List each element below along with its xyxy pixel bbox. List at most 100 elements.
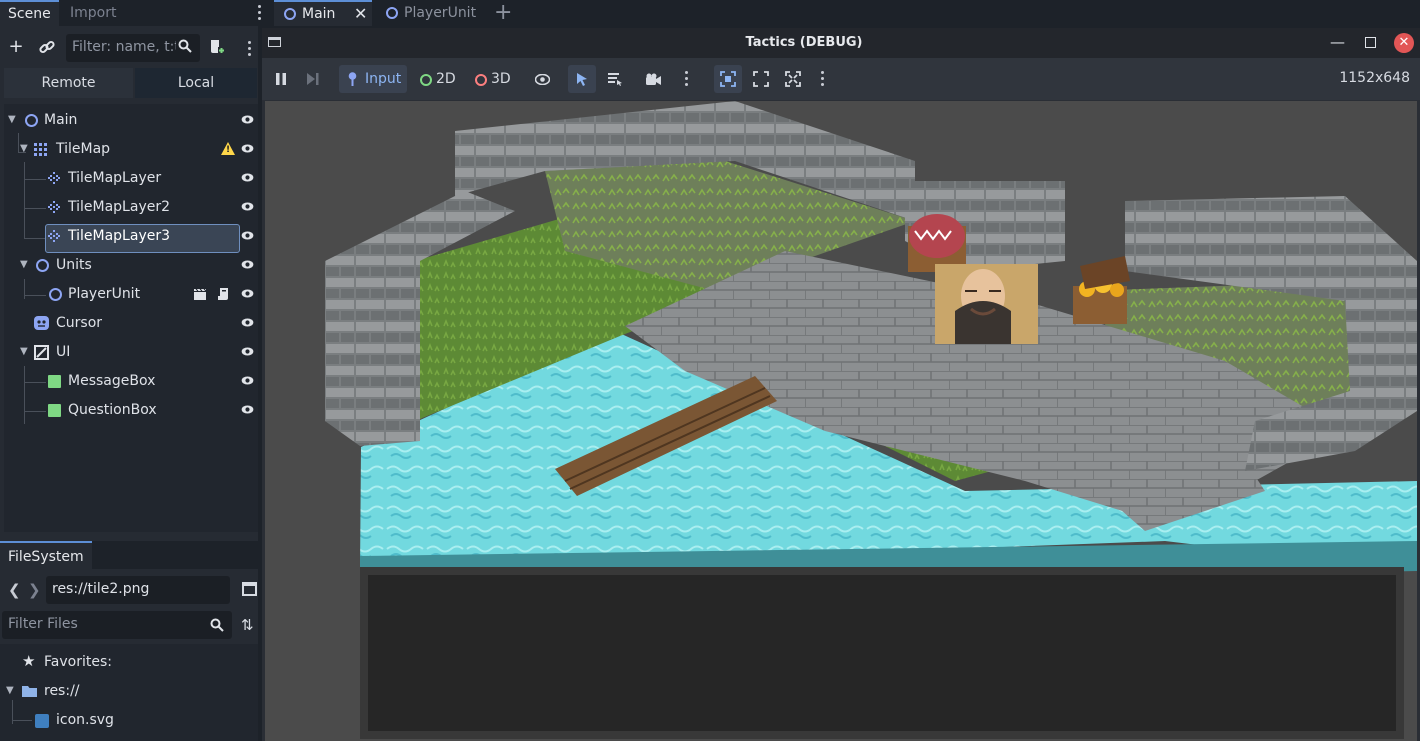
window-more-icon[interactable] (821, 71, 825, 87)
list-select-button[interactable] (602, 65, 628, 93)
chevron-down-icon[interactable]: ▼ (20, 346, 28, 357)
game-viewport[interactable] (265, 101, 1417, 741)
split-view-icon[interactable] (242, 582, 257, 596)
tree-row-ui[interactable]: ▼ UI (4, 338, 258, 367)
maximize-icon[interactable] (1365, 37, 1376, 48)
scene-filter-placeholder: Filter: name, t:t (72, 39, 176, 55)
tree-row-tilemaplayer2[interactable]: TileMapLayer2 (4, 193, 258, 222)
visibility-eye-icon[interactable] (241, 405, 254, 414)
tilemap-icon (34, 143, 47, 156)
file-row-icon-svg[interactable]: icon.svg (0, 706, 258, 735)
node-icon (386, 7, 398, 19)
tree-row-main[interactable]: ▼ Main (4, 106, 258, 135)
path-field[interactable]: res://tile2.png (46, 576, 230, 604)
tree-label: Cursor (56, 315, 103, 331)
favorites-row[interactable]: ★ Favorites: (0, 648, 258, 677)
res-folder-row[interactable]: ▼ res:// (0, 677, 258, 706)
tree-label: Main (44, 112, 78, 128)
close-window-button[interactable]: ✕ (1394, 33, 1414, 53)
close-tab-icon[interactable]: ✕ (354, 2, 367, 26)
visibility-eye-icon[interactable] (241, 260, 254, 269)
input-mode-button[interactable]: Input (339, 65, 407, 93)
visibility-eye-icon[interactable] (241, 289, 254, 298)
tree-label: Units (56, 257, 92, 273)
tree-row-questionbox[interactable]: QuestionBox (4, 396, 258, 425)
visibility-eye-icon[interactable] (241, 318, 254, 327)
search-icon (178, 39, 192, 57)
tree-label: TileMapLayer2 (68, 199, 170, 215)
tab-playerunit[interactable]: PlayerUnit (376, 0, 488, 26)
tree-row-playerunit[interactable]: PlayerUnit (4, 280, 258, 309)
minimize-icon[interactable]: — (1330, 33, 1345, 51)
embed-window-button[interactable] (714, 65, 742, 93)
tree-row-tilemaplayer[interactable]: TileMapLayer (4, 164, 258, 193)
favorites-label: Favorites: (44, 654, 112, 670)
attach-script-icon[interactable] (208, 38, 228, 58)
visibility-eye-icon[interactable] (535, 74, 550, 85)
node-icon (36, 259, 49, 272)
scene-filter-input[interactable]: Filter: name, t:t (66, 34, 200, 62)
chevron-down-icon[interactable]: ▼ (6, 685, 14, 696)
chevron-down-icon[interactable]: ▼ (20, 259, 28, 270)
forward-arrow-icon[interactable]: ❯ (28, 581, 41, 599)
camera-override-button[interactable] (644, 65, 666, 93)
svg-file-icon (35, 714, 49, 728)
tree-row-tilemap[interactable]: ▼ TileMap ! (4, 135, 258, 164)
scene-tree: ▼ Main ▼ TileMap ! TileMapLayer TileMapL… (4, 104, 258, 532)
link-icon[interactable] (38, 38, 58, 58)
tree-label: UI (56, 344, 71, 360)
scene-dock: Scene Import + Filter: name, t:t Remote … (0, 0, 261, 741)
editor-scene-tabs: Main ✕ PlayerUnit + (262, 0, 1420, 26)
new-tab-plus-icon[interactable]: + (494, 1, 512, 25)
fit-expand-icon (753, 71, 769, 87)
tree-label: TileMapLayer (68, 170, 162, 186)
tilemaplayer-icon (48, 201, 60, 213)
chevron-down-icon[interactable]: ▼ (20, 143, 28, 154)
pause-button[interactable] (270, 65, 292, 93)
fit-button[interactable] (750, 65, 772, 93)
open-scene-clapper-icon[interactable] (193, 288, 207, 301)
control-icon (48, 404, 61, 417)
window-titlebar[interactable]: Tactics (DEBUG) — ✕ (262, 28, 1420, 58)
local-toggle[interactable]: Local (135, 68, 257, 98)
tab-main[interactable]: Main ✕ (274, 0, 372, 26)
visibility-eye-icon[interactable] (241, 173, 254, 182)
mode-3d-button[interactable]: 3D (473, 65, 513, 93)
node2d-icon (420, 74, 432, 86)
file-filter-input[interactable]: Filter Files (2, 611, 232, 639)
game-toolbar: Input 2D 3D 1152x648 (262, 58, 1420, 100)
fullscreen-icon (785, 71, 801, 87)
sort-icon[interactable]: ⇅ (241, 616, 254, 634)
tree-row-tilemaplayer3[interactable]: TileMapLayer3 (4, 222, 258, 251)
visibility-eye-icon[interactable] (241, 231, 254, 240)
tab-import[interactable]: Import (62, 0, 124, 26)
tab-scene[interactable]: Scene (0, 0, 59, 26)
file-tree: ★ Favorites: ▼ res:// icon.svg (0, 644, 258, 741)
scene-more-icon[interactable] (248, 41, 252, 57)
tree-row-cursor[interactable]: Cursor (4, 309, 258, 338)
remote-toggle[interactable]: Remote (4, 68, 133, 98)
chevron-down-icon[interactable]: ▼ (8, 114, 16, 125)
visibility-eye-icon[interactable] (241, 144, 254, 153)
search-icon (210, 618, 224, 632)
warning-icon[interactable]: ! (221, 142, 235, 155)
tree-label: PlayerUnit (68, 286, 141, 302)
visibility-eye-icon[interactable] (241, 115, 254, 124)
tilemaplayer-icon (48, 230, 60, 242)
game-more-icon[interactable] (685, 71, 689, 87)
fullscreen-button[interactable] (782, 65, 804, 93)
tree-row-messagebox[interactable]: MessageBox (4, 367, 258, 396)
select-mode-button[interactable] (568, 65, 596, 93)
visibility-eye-icon[interactable] (241, 376, 254, 385)
next-frame-button[interactable] (302, 65, 324, 93)
script-icon[interactable] (217, 287, 230, 301)
mode-2d-button[interactable]: 2D (418, 65, 458, 93)
add-node-icon[interactable]: + (6, 37, 26, 57)
visibility-eye-icon[interactable] (241, 347, 254, 356)
tree-row-units[interactable]: ▼ Units (4, 251, 258, 280)
back-arrow-icon[interactable]: ❮ (8, 581, 21, 599)
joystick-icon (348, 72, 357, 86)
tab-filesystem[interactable]: FileSystem (0, 541, 92, 571)
cursor-arrow-icon (577, 73, 587, 86)
visibility-eye-icon[interactable] (241, 202, 254, 211)
